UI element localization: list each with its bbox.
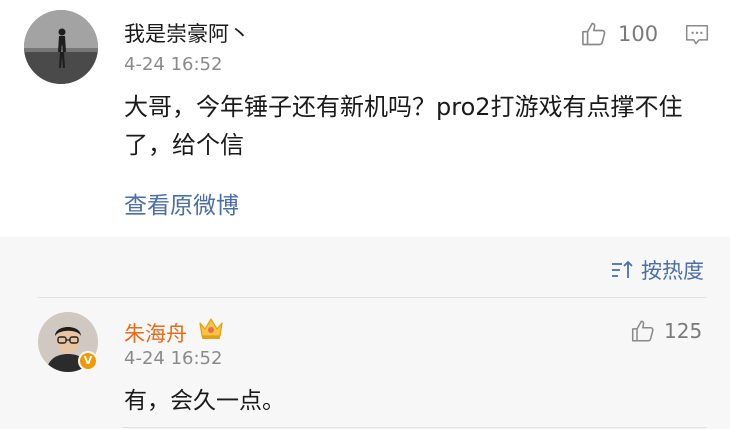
username[interactable]: 我是崇豪阿丶 [124,18,250,48]
crown-icon [197,315,225,345]
sort-icon [612,260,633,278]
reply-like-count: 125 [664,319,703,343]
reply-button[interactable] [684,22,710,52]
like-count: 100 [618,22,659,46]
thumbs-up-icon [582,22,606,46]
comment-text: 大哥，今年锤子还有新机吗？pro2打游戏有点撑不住了，给个信 [124,93,683,159]
sort-by-hot-button[interactable]: 按热度 [610,255,704,285]
avatar-photo [24,10,98,84]
like-button[interactable]: 100 [580,20,658,48]
divider [38,297,706,298]
reply-text: 有，会久一点。 [124,388,285,414]
user-avatar[interactable] [24,10,98,84]
divider [122,427,706,428]
thumbs-up-icon [631,320,654,342]
reply-timestamp: 4-24 16:52 [124,348,223,369]
timestamp: 4-24 16:52 [124,54,223,75]
comment-icon [685,25,709,45]
reply-like-button[interactable]: 125 [630,318,702,344]
verified-v-icon: V [78,351,98,371]
sort-label: 按热度 [641,259,704,283]
view-original-post-link[interactable]: 查看原微博 [124,186,239,220]
replier-username[interactable]: 朱海舟 [124,318,187,348]
